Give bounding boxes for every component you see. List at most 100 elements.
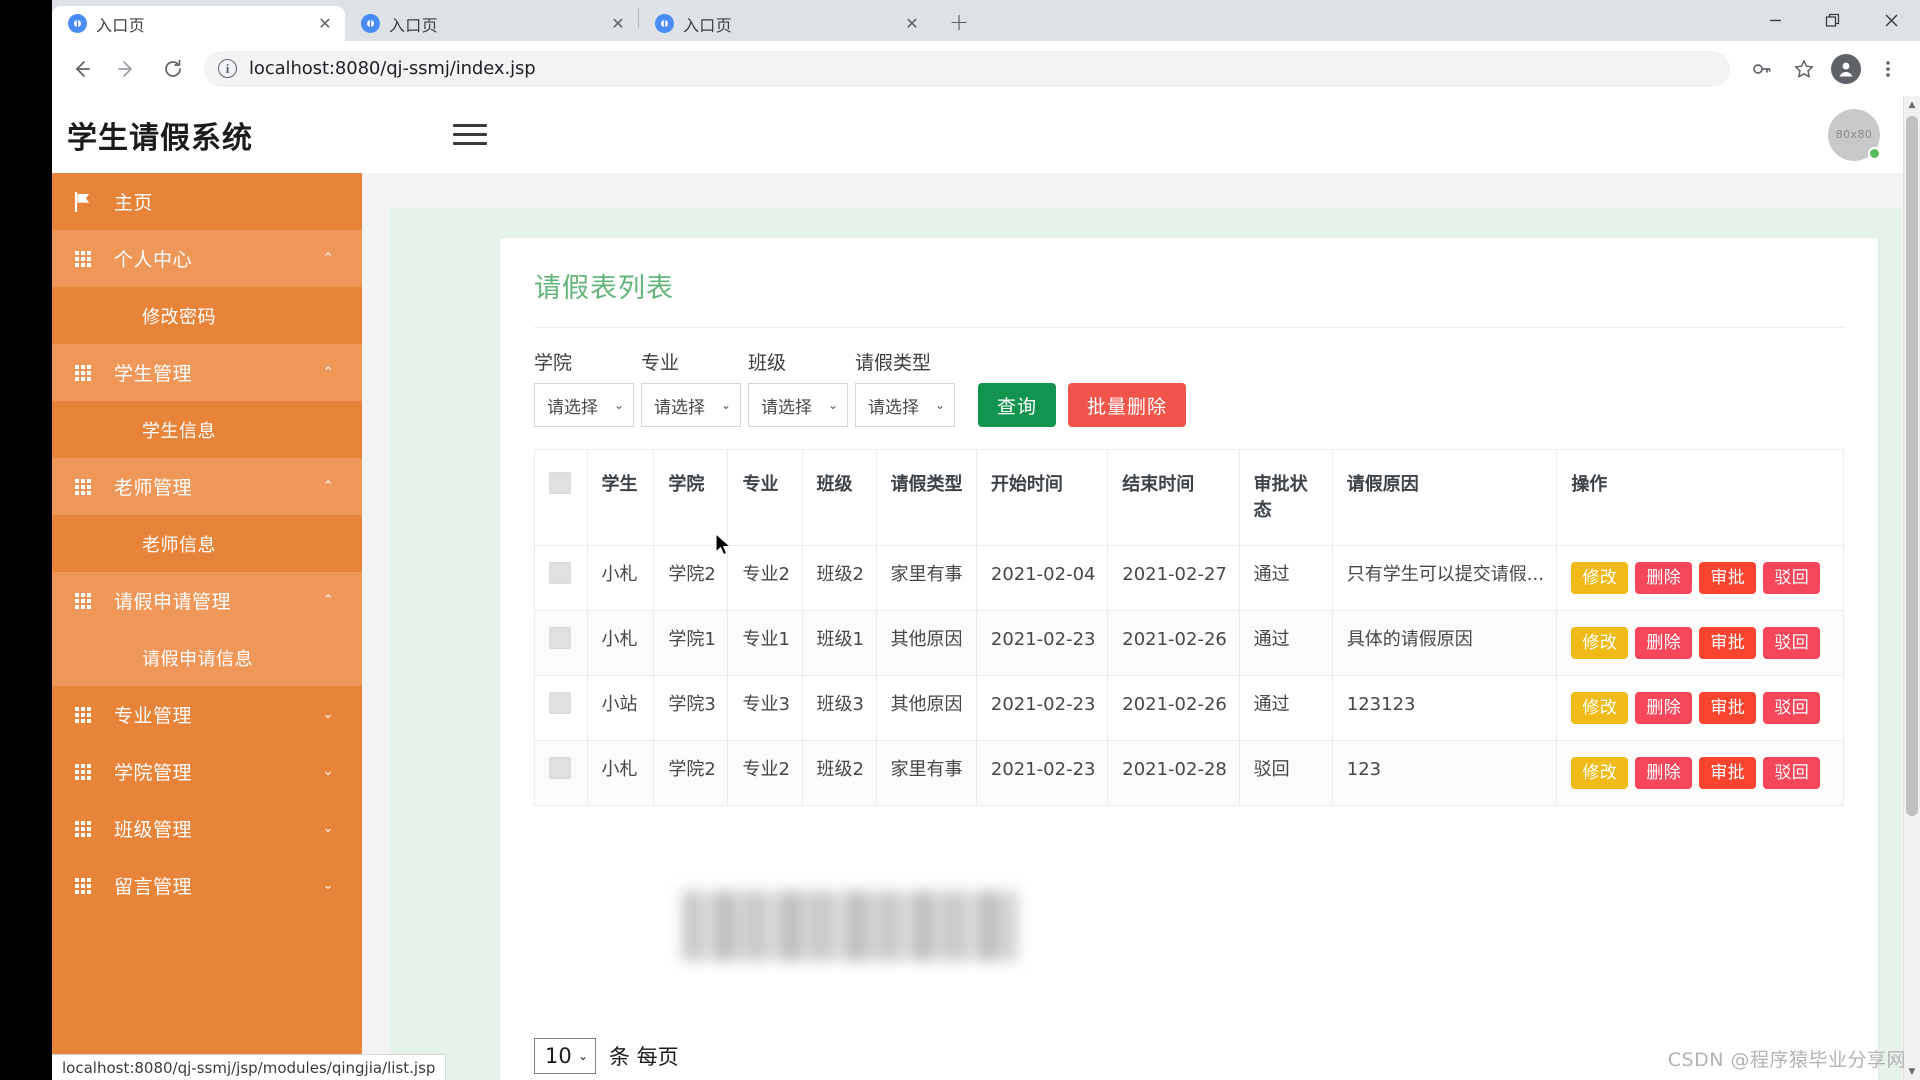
action-button-reject[interactable]: 驳回	[1763, 562, 1820, 594]
td-student: 小札	[587, 611, 654, 676]
action-button-del[interactable]: 删除	[1635, 692, 1692, 724]
td-row-checkbox[interactable]	[535, 741, 588, 806]
address-bar[interactable]: i localhost:8080/qj-ssmj/index.jsp	[204, 51, 1730, 87]
row-checkbox[interactable]	[549, 562, 571, 584]
chevron-down-icon: ⌄	[935, 398, 945, 412]
row-checkbox[interactable]	[549, 757, 571, 779]
select-college[interactable]: 请选择 ⌄	[534, 383, 634, 427]
sidebar-item-4[interactable]: 学生信息	[52, 401, 362, 458]
status-bar: localhost:8080/qj-ssmj/jsp/modules/qingj…	[52, 1054, 446, 1080]
sidebar-item-7[interactable]: 请假申请管理⌃	[52, 572, 362, 629]
row-checkbox[interactable]	[549, 627, 571, 649]
grid-icon	[70, 707, 96, 723]
select-leave-type[interactable]: 请选择 ⌄	[855, 383, 955, 427]
batch-delete-button[interactable]: 批量删除	[1068, 383, 1186, 427]
row-checkbox[interactable]	[549, 692, 571, 714]
sidebar-item-5[interactable]: 老师管理⌃	[52, 458, 362, 515]
reload-button[interactable]	[152, 48, 194, 90]
maximize-button[interactable]	[1804, 0, 1862, 41]
profile-avatar[interactable]	[1826, 49, 1866, 89]
grid-icon	[70, 821, 96, 837]
sidebar-item-11[interactable]: 班级管理⌄	[52, 800, 362, 857]
sidebar-item-0[interactable]: 主页	[52, 173, 362, 230]
td-class: 班级2	[802, 741, 876, 806]
action-button-edit[interactable]: 修改	[1571, 692, 1628, 724]
password-key-icon[interactable]	[1742, 49, 1782, 89]
td-row-checkbox[interactable]	[535, 611, 588, 676]
back-button[interactable]	[60, 48, 102, 90]
page-viewport: 学生请假系统 80x80 主页个人中心⌃修改密码学生管理⌃学生信息老师管理⌃老师…	[52, 96, 1920, 1080]
user-avatar[interactable]: 80x80	[1828, 109, 1880, 161]
chevron-down-icon: ⌄	[614, 398, 624, 412]
select-class[interactable]: 请选择 ⌄	[748, 383, 848, 427]
scroll-down-arrow-icon[interactable]: ▼	[1904, 1063, 1920, 1080]
grid-icon	[70, 593, 96, 609]
sidebar-item-2[interactable]: 修改密码	[52, 287, 362, 344]
browser-tab-2[interactable]: 入口页 ✕	[345, 6, 638, 41]
action-button-reject[interactable]: 驳回	[1763, 757, 1820, 789]
sidebar-item-6[interactable]: 老师信息	[52, 515, 362, 572]
chevron-down-icon: ⌄	[323, 878, 334, 893]
menu-toggle-icon[interactable]	[453, 120, 487, 150]
action-button-edit[interactable]: 修改	[1571, 627, 1628, 659]
action-button-edit[interactable]: 修改	[1571, 757, 1628, 789]
scroll-up-arrow-icon[interactable]: ▲	[1904, 96, 1920, 113]
action-button-reject[interactable]: 驳回	[1763, 692, 1820, 724]
close-icon[interactable]: ✕	[608, 14, 628, 34]
action-button-del[interactable]: 删除	[1635, 562, 1692, 594]
site-info-icon[interactable]: i	[218, 59, 237, 78]
close-window-button[interactable]	[1862, 0, 1920, 41]
close-icon[interactable]: ✕	[902, 14, 922, 34]
action-button-del[interactable]: 删除	[1635, 627, 1692, 659]
action-button-reject[interactable]: 驳回	[1763, 627, 1820, 659]
th-select-all[interactable]	[535, 450, 588, 546]
sidebar-item-3[interactable]: 学生管理⌃	[52, 344, 362, 401]
td-row-checkbox[interactable]	[535, 546, 588, 611]
grid-icon	[70, 764, 96, 780]
select-major[interactable]: 请选择 ⌄	[641, 383, 741, 427]
page-size-suffix: 条 每页	[609, 1041, 679, 1071]
action-button-del[interactable]: 删除	[1635, 757, 1692, 789]
minimize-button[interactable]	[1746, 0, 1804, 41]
td-college: 学院1	[654, 611, 728, 676]
page-scrollbar[interactable]: ▲ ▼	[1903, 96, 1920, 1080]
grid-icon-glyph	[75, 764, 91, 780]
browser-tab-1[interactable]: 入口页 ✕	[52, 6, 345, 41]
page-size-select[interactable]: 10 ⌄	[534, 1038, 596, 1074]
chrome-menu-icon[interactable]	[1868, 49, 1908, 89]
new-tab-button[interactable]: +	[942, 5, 976, 39]
td-actions: 修改删除审批驳回	[1557, 741, 1844, 806]
select-all-checkbox[interactable]	[549, 472, 571, 494]
action-button-approve[interactable]: 审批	[1699, 757, 1756, 789]
td-class: 班级3	[802, 676, 876, 741]
sidebar-item-1[interactable]: 个人中心⌃	[52, 230, 362, 287]
query-button[interactable]: 查询	[978, 383, 1056, 427]
grid-icon-glyph	[75, 707, 91, 723]
bookmark-star-icon[interactable]	[1784, 49, 1824, 89]
chevron-up-icon: ⌃	[323, 251, 334, 266]
select-college-value: 请选择	[547, 393, 598, 418]
sidebar-item-label: 个人中心	[114, 245, 323, 272]
forward-button[interactable]	[106, 48, 148, 90]
td-leave-type: 家里有事	[876, 546, 976, 611]
td-major: 专业2	[728, 546, 802, 611]
action-button-approve[interactable]: 审批	[1699, 692, 1756, 724]
select-class-value: 请选择	[761, 393, 812, 418]
scrollbar-thumb[interactable]	[1906, 116, 1918, 816]
browser-tab-3[interactable]: 入口页 ✕	[639, 6, 932, 41]
filter-label-major: 专业	[641, 348, 748, 375]
browser-window: 入口页 ✕ 入口页 ✕ 入口页 ✕ +	[52, 0, 1920, 1080]
td-actions: 修改删除审批驳回	[1557, 611, 1844, 676]
sidebar-item-10[interactable]: 学院管理⌄	[52, 743, 362, 800]
td-row-checkbox[interactable]	[535, 676, 588, 741]
action-button-edit[interactable]: 修改	[1571, 562, 1628, 594]
action-button-approve[interactable]: 审批	[1699, 562, 1756, 594]
sidebar-item-label: 主页	[114, 188, 362, 215]
action-button-approve[interactable]: 审批	[1699, 627, 1756, 659]
select-leave-type-value: 请选择	[868, 393, 919, 418]
table-header-row: 学生 学院 专业 班级 请假类型 开始时间 结束时间 审批状态 请假原因 操	[535, 450, 1844, 546]
sidebar-item-9[interactable]: 专业管理⌄	[52, 686, 362, 743]
sidebar-item-8[interactable]: 请假申请信息	[52, 629, 362, 686]
close-icon[interactable]: ✕	[315, 14, 335, 34]
sidebar-item-12[interactable]: 留言管理⌄	[52, 857, 362, 914]
